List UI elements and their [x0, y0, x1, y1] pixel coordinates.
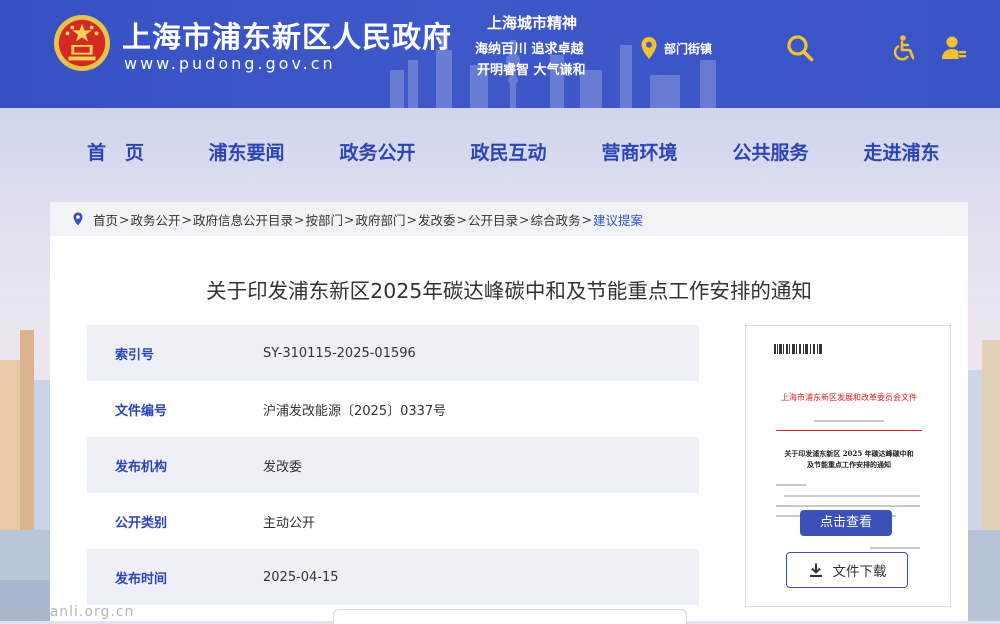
info-row-date: 发布时间 2025-04-15 — [87, 549, 699, 605]
city-spirit-line-1: 海纳百川 追求卓越 — [475, 42, 584, 57]
thumbnail-text-line — [814, 420, 884, 422]
breadcrumb-drc[interactable]: 发改委 — [418, 210, 456, 229]
info-label: 文件编号 — [115, 403, 168, 419]
breadcrumb-gov-depts[interactable]: 政府部门 — [356, 210, 406, 229]
nav-item-gov-affairs[interactable]: 政务公开 — [312, 130, 443, 176]
info-label: 公开类别 — [115, 515, 168, 531]
site-title[interactable]: 上海市浦东新区人民政府 — [122, 14, 452, 56]
info-row-docno: 文件编号 沪浦发改能源〔2025〕0337号 — [87, 381, 699, 437]
info-row-index: 索引号 SY-310115-2025-01596 — [87, 325, 699, 381]
download-label: 文件下载 — [832, 564, 887, 580]
city-scenery-right — [968, 340, 1000, 621]
breadcrumb-separator: > — [119, 211, 130, 227]
city-spirit-title: 上海城市精神 — [487, 14, 578, 32]
content-card: 首页 > 政务公开 > 政府信息公开目录 > 按部门 > 政府部门 > 发改委 … — [50, 202, 968, 624]
city-scenery-left — [0, 330, 52, 621]
breadcrumb-separator: > — [581, 211, 592, 227]
download-icon — [809, 563, 822, 577]
breadcrumb-separator: > — [406, 211, 417, 227]
watermark: tanguanli.org.cn — [4, 604, 135, 620]
breadcrumb-gov-affairs[interactable]: 政务公开 — [131, 210, 181, 229]
nav-item-news[interactable]: 浦东要闻 — [181, 130, 312, 176]
info-value: 发改委 — [263, 459, 303, 475]
document-preview-panel: 上海市浦东新区发展和改革委员会文件 关于印发浦东新区 2025 年碳达峰碳中和 … — [745, 325, 951, 607]
thumbnail-title-line-1: 关于印发浦东新区 2025 年碳达峰碳中和 — [784, 449, 914, 458]
main-nav: 首 页 浦东要闻 政务公开 政民互动 营商环境 公共服务 走进浦东 — [50, 130, 968, 176]
nav-item-interaction[interactable]: 政民互动 — [443, 130, 574, 176]
user-icon[interactable] — [940, 34, 968, 62]
city-spirit-line-2: 开明睿智 大气谦和 — [477, 63, 586, 78]
site-header: 上海市浦东新区人民政府 www.pudong.gov.cn 上海城市精神 海纳百… — [0, 0, 1000, 108]
info-value: SY-310115-2025-01596 — [263, 345, 416, 361]
breadcrumb-info-catalog[interactable]: 政府信息公开目录 — [193, 210, 293, 229]
breadcrumb-separator: > — [344, 211, 355, 227]
breadcrumb-public-catalog[interactable]: 公开目录 — [468, 210, 518, 229]
barcode-icon — [774, 344, 822, 354]
thumbnail-text-line — [776, 484, 806, 486]
thumbnail-text-line — [784, 495, 920, 497]
nav-item-public-service[interactable]: 公共服务 — [705, 130, 836, 176]
thumbnail-issuer-header: 上海市浦东新区发展和改革委员会文件 — [781, 393, 917, 402]
nav-item-about-pudong[interactable]: 走进浦东 — [836, 130, 967, 176]
view-document-button[interactable]: 点击查看 — [800, 510, 892, 536]
document-title: 关于印发浦东新区2025年碳达峰碳中和及节能重点工作安排的通知 — [206, 279, 812, 303]
location-pin-icon — [73, 212, 83, 226]
national-emblem-icon — [53, 14, 111, 72]
thumbnail-text-line — [870, 547, 920, 549]
info-value: 主动公开 — [263, 515, 316, 531]
breadcrumb-separator: > — [294, 211, 305, 227]
accessibility-icon[interactable] — [891, 34, 919, 62]
location-pin-icon — [641, 37, 657, 59]
breadcrumb-separator: > — [181, 211, 192, 227]
breadcrumb-proposals[interactable]: 建议提案 — [593, 210, 643, 229]
nav-item-business[interactable]: 营商环境 — [574, 130, 705, 176]
document-info-table: 索引号 SY-310115-2025-01596 文件编号 沪浦发改能源〔202… — [87, 325, 699, 605]
info-label: 发布时间 — [115, 571, 168, 587]
site-url: www.pudong.gov.cn — [124, 54, 336, 73]
thumbnail-red-rule — [776, 430, 922, 431]
dept-street-link[interactable]: 部门街镇 — [640, 36, 712, 60]
info-value: 2025-04-15 — [263, 569, 339, 585]
info-label: 发布机构 — [115, 459, 168, 475]
info-row-category: 公开类别 主动公开 — [87, 493, 699, 549]
info-row-issuer: 发布机构 发改委 — [87, 437, 699, 493]
breadcrumb-separator: > — [456, 211, 467, 227]
breadcrumb-home[interactable]: 首页 — [93, 210, 118, 229]
thumbnail-title-line-2: 及节能重点工作安排的通知 — [807, 460, 891, 469]
download-file-button[interactable]: 文件下载 — [786, 552, 908, 588]
breadcrumb: 首页 > 政务公开 > 政府信息公开目录 > 按部门 > 政府部门 > 发改委 … — [50, 202, 968, 236]
dept-street-label: 部门街镇 — [664, 41, 713, 56]
info-label: 索引号 — [115, 347, 155, 363]
breadcrumb-separator: > — [519, 211, 530, 227]
bottom-panel-edge — [333, 609, 687, 624]
thumbnail-title: 关于印发浦东新区 2025 年碳达峰碳中和 及节能重点工作安排的通知 — [774, 448, 924, 470]
breadcrumb-by-dept[interactable]: 按部门 — [306, 210, 344, 229]
breadcrumb-general-affairs[interactable]: 综合政务 — [531, 210, 581, 229]
search-icon[interactable] — [786, 34, 814, 62]
info-value: 沪浦发改能源〔2025〕0337号 — [263, 403, 447, 419]
nav-item-home[interactable]: 首 页 — [50, 130, 181, 176]
thumbnail-text-line — [776, 505, 920, 507]
